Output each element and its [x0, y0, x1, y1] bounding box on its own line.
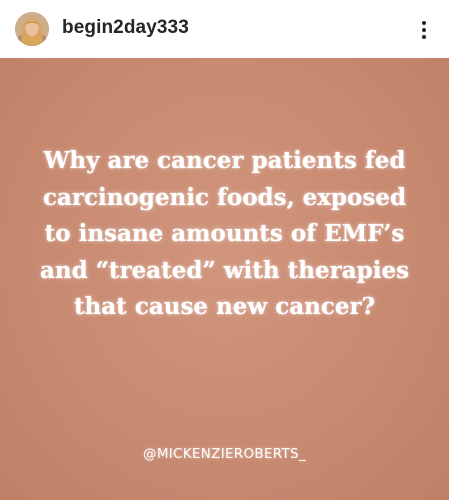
post-image[interactable]: Why are cancer patients fed carcinogenic…	[0, 58, 449, 500]
profile-photo-icon	[15, 12, 49, 46]
quote-line: and “treated” with therapies	[39, 256, 410, 284]
quote-line: that cause new cancer?	[73, 293, 376, 320]
more-options-vertical-icon	[422, 21, 426, 39]
more-options-button[interactable]	[412, 14, 436, 46]
quote-line: Why are cancer patients fed	[43, 147, 406, 174]
quote-line: carcinogenic foods, exposed	[42, 183, 407, 211]
post-header: begin2day333	[0, 0, 449, 58]
quote-text: Why are cancer patients fed carcinogenic…	[10, 143, 439, 326]
profile-avatar[interactable]	[15, 12, 49, 46]
quote-line: to insane amounts of EMF’s	[44, 220, 405, 247]
watermark-handle: @MICKENZIEROBERTS_	[143, 446, 306, 462]
username[interactable]: begin2day333	[62, 17, 189, 39]
